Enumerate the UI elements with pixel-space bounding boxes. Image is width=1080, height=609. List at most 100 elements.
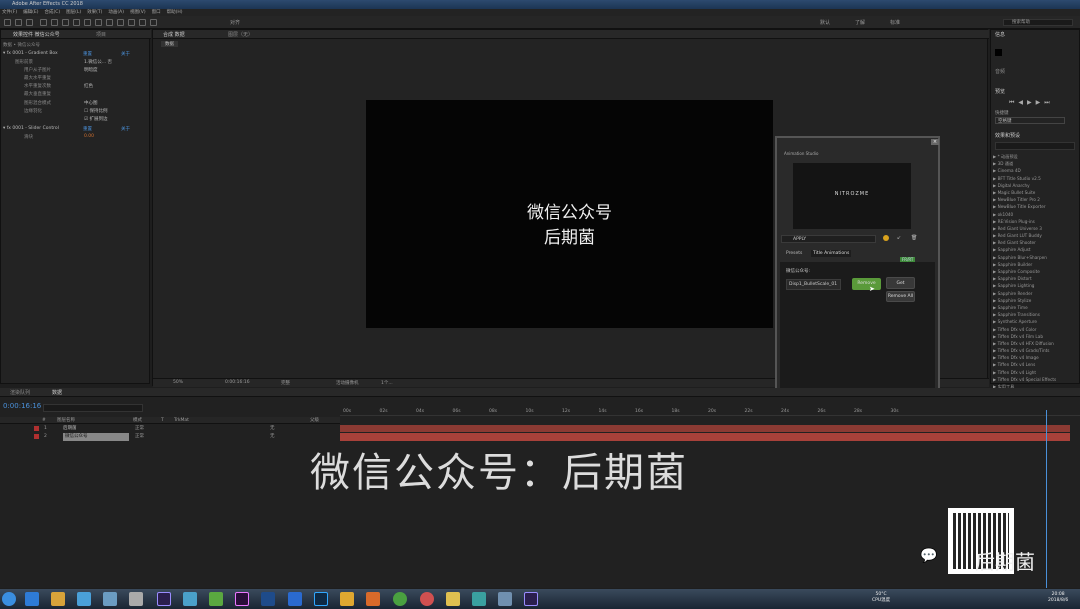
playhead[interactable] xyxy=(1046,410,1047,588)
pen-tool-icon[interactable] xyxy=(84,19,91,26)
app-icon[interactable] xyxy=(420,592,434,606)
menu-item[interactable]: 窗口 xyxy=(152,9,161,16)
workspace-default[interactable]: 默认 xyxy=(820,19,830,26)
tab-title-animations[interactable]: Title Animations xyxy=(811,250,852,257)
composition-viewer[interactable]: 微信公众号 后期菌 xyxy=(366,100,773,328)
app-icon[interactable] xyxy=(498,592,512,606)
after-effects-icon[interactable] xyxy=(157,592,171,606)
slider-value[interactable]: 0.00 xyxy=(84,134,94,139)
reset-button[interactable]: 重置 xyxy=(83,51,92,57)
effects-list-item[interactable]: ▶ Digital Anarchy xyxy=(993,182,1079,189)
app-icon[interactable] xyxy=(77,592,91,606)
tab-audio[interactable]: 音频 xyxy=(995,68,1005,75)
text-tool-icon[interactable] xyxy=(95,19,102,26)
comp-timecode[interactable]: 0:00:16:16 xyxy=(225,380,250,385)
snap-label[interactable]: 对齐 xyxy=(230,19,240,26)
effects-list-item[interactable]: ▶ Tiffen Dfx v4 Image xyxy=(993,354,1079,361)
workspace-learn[interactable]: 了解 xyxy=(855,19,865,26)
camera-dropdown[interactable]: 活动摄像机 xyxy=(336,380,359,386)
checkbox-extend-edges[interactable]: ☑ 扩展到边 xyxy=(84,116,107,122)
menu-item[interactable]: 动画(A) xyxy=(108,9,124,16)
effects-list-item[interactable]: ▶ Sapphire Stylize xyxy=(993,297,1079,304)
selection-tool-icon[interactable] xyxy=(4,19,11,26)
app-icon[interactable] xyxy=(340,592,354,606)
tab-effect-controls[interactable]: 效果控件 微信公众号 xyxy=(13,31,60,38)
about-button[interactable]: 关于 xyxy=(121,126,130,132)
puppet-tool-icon[interactable] xyxy=(150,19,157,26)
effects-list-item[interactable]: ▶ Sapphire Lighting xyxy=(993,282,1079,289)
table-row[interactable]: 1 后期菌 正常 无 xyxy=(0,425,340,432)
effects-list-item[interactable]: ▶ Cinema 4D xyxy=(993,167,1079,174)
app-icon[interactable] xyxy=(472,592,486,606)
start-button-icon[interactable] xyxy=(2,592,16,606)
effects-list-item[interactable]: ▶ Tiffen Dfx v4 Film Lab xyxy=(993,333,1079,340)
timeline-timecode[interactable]: 0:00:16:16 xyxy=(3,402,41,410)
effects-list-item[interactable]: ▶ Red Giant LUT Buddy xyxy=(993,232,1079,239)
photoshop-icon[interactable] xyxy=(314,592,328,606)
hand-tool-icon[interactable] xyxy=(15,19,22,26)
app-icon[interactable] xyxy=(261,592,275,606)
shortcut-dropdown[interactable]: 空格键 xyxy=(995,117,1065,124)
effects-list-item[interactable]: ▶ NewBlue Titler Pro 2 xyxy=(993,196,1079,203)
effects-search-input[interactable] xyxy=(995,142,1075,150)
app-icon[interactable] xyxy=(129,592,143,606)
brush-tool-icon[interactable] xyxy=(106,19,113,26)
comp-name-tab[interactable]: 数据 xyxy=(161,41,178,47)
timeline-search-input[interactable] xyxy=(43,404,143,412)
playback-controls[interactable]: ⏮◀▶▶⏭ xyxy=(1009,99,1054,107)
tab-info[interactable]: 信息 xyxy=(995,31,1005,38)
layer-bar[interactable] xyxy=(340,425,1070,432)
app-icon[interactable] xyxy=(366,592,380,606)
tab-render-queue[interactable]: 渲染队列 xyxy=(10,389,30,396)
premiere-icon[interactable] xyxy=(235,592,249,606)
reset-button[interactable]: 重置 xyxy=(83,126,92,132)
effects-list-item[interactable]: ▶ Tiffen Dfx v4 HFX Diffusion xyxy=(993,340,1079,347)
effect-gradient-box[interactable]: ▾ fx 0001 - Gradient Box xyxy=(3,51,58,56)
effects-list-item[interactable]: ▶ RE:Vision Plug-ins xyxy=(993,218,1079,225)
chrome-icon[interactable] xyxy=(393,592,407,606)
effects-list-item[interactable]: ▶ Tiffen Dfx v4 Grads/Tints xyxy=(993,347,1079,354)
ie-icon[interactable] xyxy=(25,592,39,606)
property-dropdown[interactable]: 红色 xyxy=(84,83,93,89)
menu-item[interactable]: 编辑(E) xyxy=(23,9,38,16)
menu-item[interactable]: 文件(F) xyxy=(2,9,17,16)
time-ruler[interactable]: 00s 02s 04s 06s 08s 10s 12s 14s 16s 18s 20s 22s 24s 2… xyxy=(340,408,1080,416)
property-dropdown[interactable]: 明暗度 xyxy=(84,67,98,73)
rotate-tool-icon[interactable] xyxy=(40,19,47,26)
app-icon[interactable] xyxy=(183,592,197,606)
explorer-icon[interactable] xyxy=(51,592,65,606)
effects-list-item[interactable]: ▶ Sapphire Adjust xyxy=(993,246,1079,253)
effects-list-item[interactable]: ▶ NewBlue Title Exporter xyxy=(993,203,1079,210)
effects-list-item[interactable]: ▶ Sapphire Time xyxy=(993,304,1079,311)
comp-text-line1[interactable]: 微信公众号 xyxy=(366,202,773,224)
app-icon[interactable] xyxy=(103,592,117,606)
effects-list-item[interactable]: ▶ ok1040 xyxy=(993,211,1079,218)
tab-presets[interactable]: Presets xyxy=(786,251,802,256)
effects-list-item[interactable]: ▶ Red Giant Universe 3 xyxy=(993,225,1079,232)
remove-button[interactable]: Remove xyxy=(852,278,881,290)
tab-preview[interactable]: 预览 xyxy=(995,88,1005,95)
effects-list-item[interactable]: ▶ Magic Bullet Suite xyxy=(993,189,1079,196)
effects-list-item[interactable]: ▶ 3D 通道 xyxy=(993,160,1079,167)
search-help-input[interactable]: 搜索帮助 xyxy=(1003,19,1073,26)
tab-effects-presets[interactable]: 效果和预设 xyxy=(995,132,1020,139)
effects-list-item[interactable]: ▶ Tiffen Dfx v4 Special Effects xyxy=(993,376,1079,383)
views-dropdown[interactable]: 1个... xyxy=(381,380,393,386)
effects-list-item[interactable]: ▶ Tiffen Dfx v4 Color xyxy=(993,326,1079,333)
checkbox-keep-ratio[interactable]: ☐ 保持比例 xyxy=(84,108,107,114)
workspace-standard[interactable]: 标准 xyxy=(890,19,900,26)
app-icon[interactable] xyxy=(288,592,302,606)
preset-name-field[interactable]: Disp1_BulletScale_01 xyxy=(786,279,841,290)
roto-tool-icon[interactable] xyxy=(139,19,146,26)
pan-behind-tool-icon[interactable] xyxy=(62,19,69,26)
clock[interactable]: 20:08 2018/8/6 xyxy=(1048,592,1068,604)
effects-list-item[interactable]: ▶ Sapphire Render xyxy=(993,290,1079,297)
effects-list-item[interactable]: ▶ Tiffen Dfx v4 Light xyxy=(993,369,1079,376)
effects-list-item[interactable]: ▶ Sapphire Blur+Sharpen xyxy=(993,254,1079,261)
menu-item[interactable]: 效果(T) xyxy=(87,9,102,16)
effects-list-item[interactable]: ▶ BFT Title Studio v2.5 xyxy=(993,175,1079,182)
menu-item[interactable]: 视图(V) xyxy=(130,9,146,16)
table-row[interactable]: 2 微信公众号 正常 无 xyxy=(0,433,340,441)
close-icon[interactable]: × xyxy=(931,139,939,145)
camera-tool-icon[interactable] xyxy=(51,19,58,26)
